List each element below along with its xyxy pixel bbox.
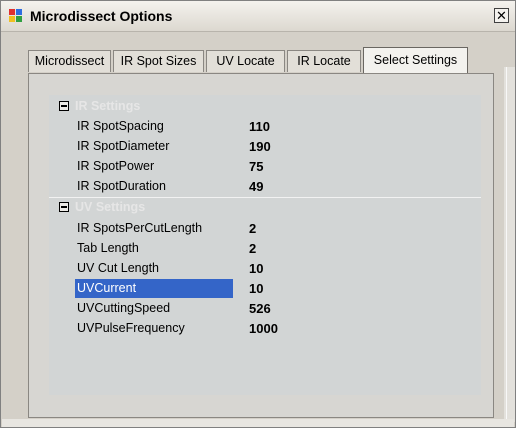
tab-microdissect[interactable]: Microdissect	[28, 50, 111, 72]
property-row-selected[interactable]: UVCurrent 10	[49, 279, 481, 299]
vertical-scrollbar[interactable]	[504, 67, 515, 422]
options-dialog: Microdissect Options ✕ Microdissect IR S…	[0, 0, 516, 428]
window-icon	[9, 9, 23, 23]
property-row[interactable]: UV Cut Length 10	[49, 259, 481, 279]
property-value[interactable]: 10	[249, 259, 263, 278]
bottom-edge	[2, 419, 514, 427]
property-name: UVPulseFrequency	[77, 321, 185, 335]
window-title: Microdissect Options	[30, 8, 173, 24]
property-grid: IR Settings IR SpotSpacing 110 IR SpotDi…	[49, 95, 481, 395]
property-row[interactable]: Tab Length 2	[49, 239, 481, 259]
property-name: UV Cut Length	[77, 261, 159, 275]
property-row[interactable]: UVCuttingSpeed 526	[49, 299, 481, 319]
property-value[interactable]: 49	[249, 177, 263, 196]
property-name: IR SpotDiameter	[77, 139, 170, 153]
property-row[interactable]: IR SpotDiameter 190	[49, 137, 481, 157]
property-row[interactable]: IR SpotDuration 49	[49, 177, 481, 197]
property-name: UVCuttingSpeed	[77, 301, 171, 315]
property-name: IR SpotPower	[77, 159, 155, 173]
property-value[interactable]: 2	[249, 239, 256, 258]
select-settings-panel: IR Settings IR SpotSpacing 110 IR SpotDi…	[28, 73, 494, 418]
tab-ir-locate[interactable]: IR Locate	[287, 50, 361, 72]
property-value[interactable]: 1000	[249, 319, 278, 338]
title-bar[interactable]: Microdissect Options ✕	[1, 1, 515, 32]
property-value[interactable]: 2	[249, 219, 256, 238]
property-row[interactable]: UVPulseFrequency 1000	[49, 319, 481, 339]
property-value[interactable]: 190	[249, 137, 271, 156]
close-icon[interactable]: ✕	[494, 8, 509, 23]
group-uv-settings[interactable]: UV Settings	[49, 197, 481, 217]
group-ir-settings[interactable]: IR Settings	[49, 98, 481, 116]
property-name: IR SpotsPerCutLength	[77, 221, 203, 235]
property-value[interactable]: 526	[249, 299, 271, 318]
property-row[interactable]: IR SpotSpacing 110	[49, 117, 481, 137]
property-value[interactable]: 110	[249, 117, 270, 136]
group-divider	[49, 197, 481, 198]
scrollbar-edge	[506, 67, 507, 422]
property-name: IR SpotSpacing	[77, 119, 164, 133]
property-row[interactable]: IR SpotPower 75	[49, 157, 481, 177]
group-label: UV Settings	[75, 200, 146, 214]
property-name: IR SpotDuration	[77, 179, 166, 193]
property-value[interactable]: 10	[249, 279, 263, 298]
property-row[interactable]: IR SpotsPerCutLength 2	[49, 219, 481, 239]
group-label: IR Settings	[75, 99, 141, 113]
tab-select-settings[interactable]: Select Settings	[363, 47, 468, 73]
collapse-icon[interactable]	[59, 202, 69, 212]
tab-ir-spot-sizes[interactable]: IR Spot Sizes	[113, 50, 204, 72]
tab-uv-locate[interactable]: UV Locate	[206, 50, 285, 72]
property-name: UVCurrent	[75, 279, 233, 298]
collapse-icon[interactable]	[59, 101, 69, 111]
property-value[interactable]: 75	[249, 157, 263, 176]
property-name: Tab Length	[77, 241, 139, 255]
